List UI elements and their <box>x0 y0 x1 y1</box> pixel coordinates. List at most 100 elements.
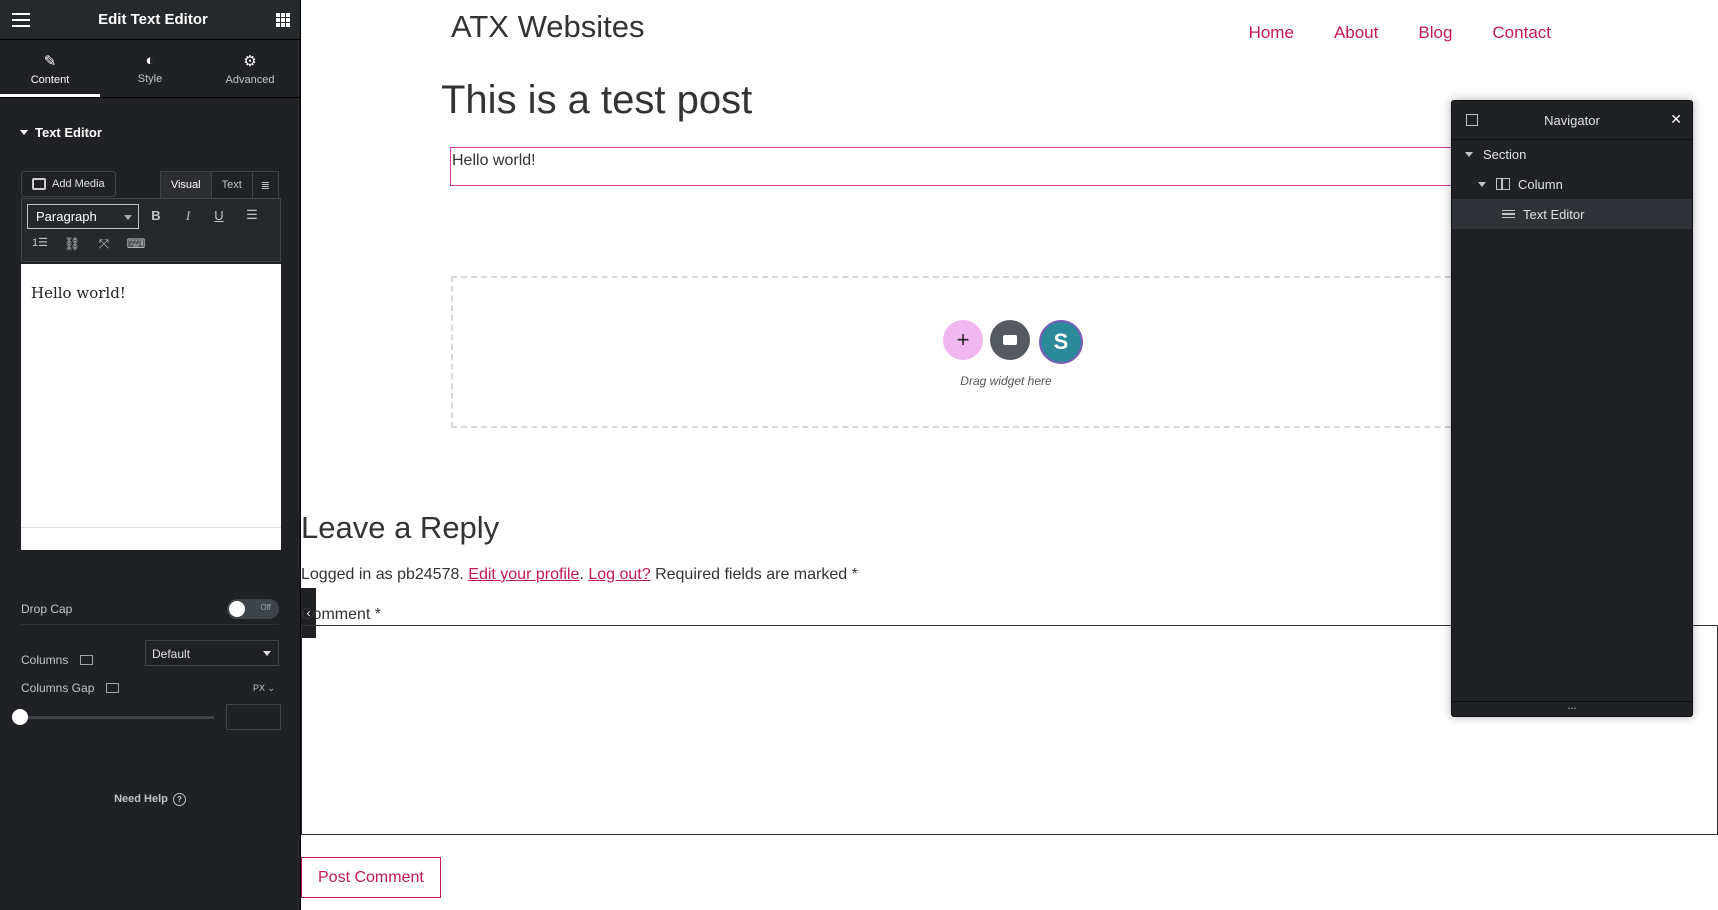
pencil-icon: ✎ <box>43 52 57 70</box>
navigator-item-label: Column <box>1518 176 1563 192</box>
post-comment-button[interactable]: Post Comment <box>301 857 441 898</box>
editor-content: Hello world! <box>31 284 126 302</box>
link-icon[interactable]: ⛓ <box>61 236 83 252</box>
site-nav: Home About Blog Contact <box>1249 23 1551 43</box>
comment-label: Comment * <box>301 606 382 623</box>
nav-link-blog[interactable]: Blog <box>1418 23 1452 43</box>
underline-icon[interactable]: U <box>208 208 230 223</box>
editor-panel: Edit Text Editor ✎ Content ◐ Style ⚙ Adv… <box>0 0 301 910</box>
tab-content[interactable]: ✎ Content <box>0 40 100 97</box>
folder-icon <box>1003 335 1017 345</box>
divider <box>21 624 279 625</box>
switch-state: Off <box>260 603 271 612</box>
bullet-list-icon[interactable]: ☰ <box>241 207 263 223</box>
navigator-header[interactable]: Navigator ✕ <box>1452 101 1692 140</box>
nav-link-contact[interactable]: Contact <box>1492 23 1551 43</box>
plus-icon: + <box>956 327 970 352</box>
navigator-title: Navigator <box>1544 112 1600 128</box>
site-title[interactable]: ATX Websites <box>451 9 645 45</box>
unit-value: PX <box>252 682 265 693</box>
dropdown-arrow-icon <box>124 215 132 220</box>
add-media-button[interactable]: Add Media <box>21 171 116 197</box>
columns-gap-row: Columns Gap PX ⌄ <box>21 681 279 695</box>
s-logo-icon: S <box>1053 329 1069 354</box>
media-row: Add Media Visual Text ≣ <box>21 171 279 199</box>
close-icon[interactable]: ✕ <box>1670 111 1682 128</box>
add-media-label: Add Media <box>52 178 105 190</box>
drop-cap-switch[interactable]: Off <box>227 599 279 619</box>
add-section-button[interactable]: + <box>943 320 983 360</box>
nav-link-home[interactable]: Home <box>1249 23 1294 43</box>
empty-section-dropzone[interactable]: + S Drag widget here <box>451 276 1551 428</box>
caret-down-icon <box>1465 151 1473 157</box>
tab-visual[interactable]: Visual <box>160 172 212 198</box>
caret-down-icon <box>1478 181 1486 187</box>
navigator-resize-handle[interactable]: ... <box>1452 701 1692 716</box>
gear-icon: ⚙ <box>243 52 257 70</box>
half-circle-icon: ◐ <box>145 52 155 69</box>
tab-advanced[interactable]: ⚙ Advanced <box>200 40 300 97</box>
desktop-icon[interactable] <box>80 655 94 665</box>
navigator-item-section[interactable]: Section <box>1452 139 1692 169</box>
tab-content-label: Content <box>30 73 70 86</box>
format-select[interactable]: Paragraph <box>27 204 139 229</box>
editor-toolbar: Paragraph B I U ☰ 1☰ ⛓ ⤧ ⌨ <box>21 198 281 262</box>
starter-templates-button[interactable]: S <box>1039 320 1083 364</box>
fullscreen-icon[interactable]: ⤧ <box>93 236 115 252</box>
drop-cap-label: Drop Cap <box>21 602 73 616</box>
panel-tabs: ✎ Content ◐ Style ⚙ Advanced <box>0 40 300 98</box>
keyboard-icon[interactable]: ⌨ <box>125 236 147 252</box>
columns-gap-slider[interactable] <box>21 716 214 719</box>
navigator-item-text-editor[interactable]: Text Editor <box>1452 199 1692 229</box>
tab-style-label: Style <box>137 73 163 85</box>
required-note: Required fields are marked * <box>655 566 858 583</box>
need-help-link[interactable]: Need Help? <box>0 793 300 806</box>
columns-value: Default <box>152 647 191 661</box>
tab-advanced-label: Advanced <box>225 73 275 86</box>
section-toggle[interactable]: Text Editor <box>0 98 300 140</box>
editor-textarea[interactable]: Hello world! <box>21 264 281 550</box>
tab-text[interactable]: Text <box>212 172 253 198</box>
columns-select[interactable]: Default <box>145 640 279 666</box>
slider-handle[interactable] <box>12 709 28 725</box>
collapse-all-icon[interactable] <box>1466 114 1478 126</box>
navigator-item-label: Section <box>1483 146 1527 162</box>
unit-select[interactable]: PX ⌄ <box>253 683 275 694</box>
reply-title: Leave a Reply <box>301 510 500 545</box>
menu-icon[interactable] <box>12 12 30 27</box>
tab-style[interactable]: ◐ Style <box>100 40 200 97</box>
bold-icon[interactable]: B <box>145 208 167 223</box>
nav-link-about[interactable]: About <box>1334 23 1378 43</box>
toolbar-toggle-icon[interactable]: ≣ <box>253 172 278 198</box>
need-help-label: Need Help <box>114 793 168 805</box>
dropdown-arrow-icon <box>263 651 271 656</box>
desktop-icon[interactable] <box>106 683 120 693</box>
template-library-button[interactable] <box>990 320 1030 360</box>
navigator-item-label: Text Editor <box>1523 206 1585 222</box>
panel-header: Edit Text Editor <box>0 0 300 40</box>
log-out-link[interactable]: Log out? <box>588 566 650 583</box>
drag-widget-label: Drag widget here <box>960 374 1052 388</box>
logged-prefix: Logged in as pb24578. <box>301 566 464 583</box>
italic-icon[interactable]: I <box>177 208 199 224</box>
text-editor-widget[interactable]: Hello world! <box>450 147 1550 186</box>
columns-gap-input[interactable] <box>226 704 281 730</box>
column-icon <box>1496 178 1510 190</box>
post-title: This is a test post <box>441 78 753 122</box>
numbered-list-icon[interactable]: 1☰ <box>29 236 51 249</box>
switch-knob <box>229 601 245 617</box>
edit-profile-link[interactable]: Edit your profile <box>468 566 579 583</box>
text-editor-icon <box>1502 209 1515 219</box>
editor-resize-bar <box>21 527 281 550</box>
widgets-grid-icon[interactable] <box>275 12 290 27</box>
navigator-panel: Navigator ✕ Section Column Text Editor .… <box>1451 100 1693 717</box>
media-icon <box>32 178 46 190</box>
caret-down-icon <box>20 130 28 135</box>
logged-in-line: Logged in as pb24578. Edit your profile.… <box>301 566 858 583</box>
columns-row: Columns Default <box>21 640 279 667</box>
widget-text: Hello world! <box>452 152 536 169</box>
navigator-item-column[interactable]: Column <box>1452 169 1692 199</box>
columns-gap-label: Columns Gap <box>21 681 95 695</box>
help-icon: ? <box>172 793 186 806</box>
drop-cap-row: Drop Cap Off <box>21 599 279 619</box>
